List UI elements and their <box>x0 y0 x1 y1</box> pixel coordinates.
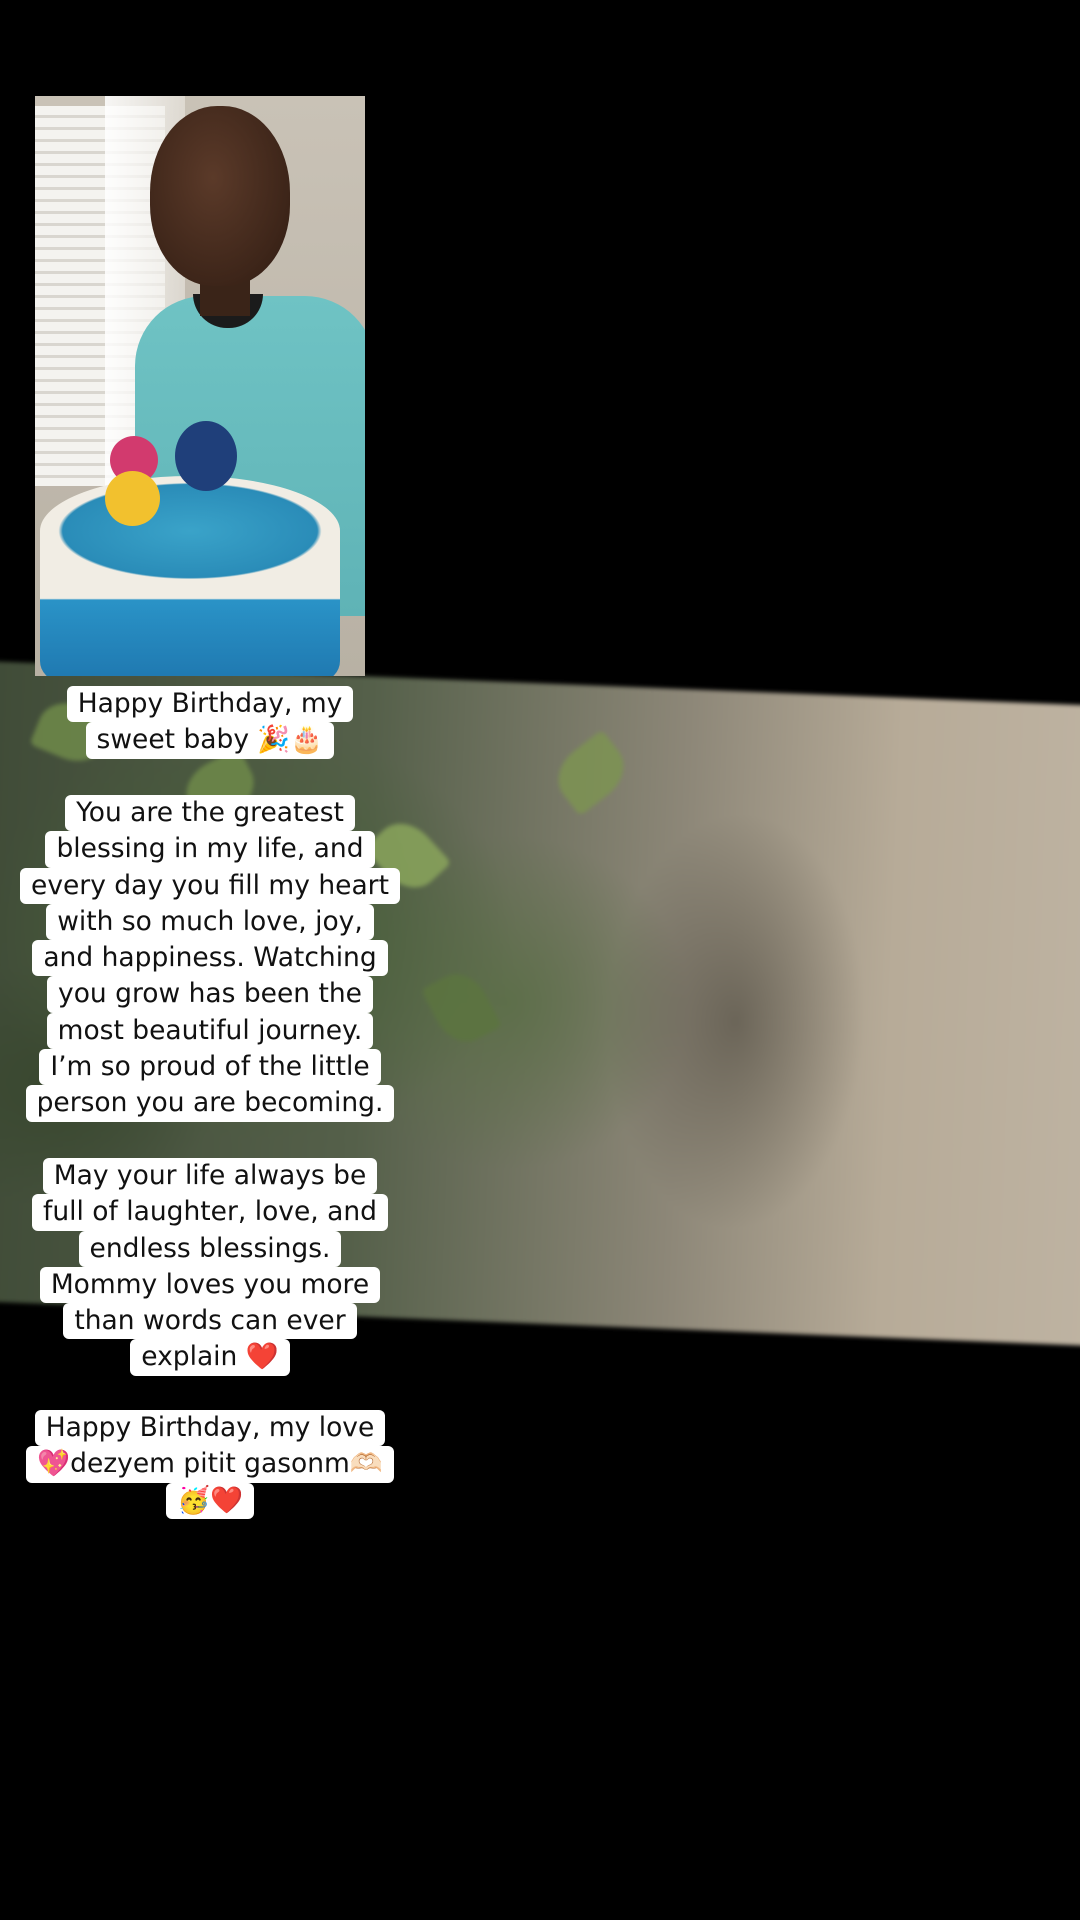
caption-line: and happiness. Watching <box>32 940 388 977</box>
video-frame: Happy Birthday, my sweet baby 🎉🎂 You are… <box>0 0 1080 1920</box>
toy-blue-shark <box>175 421 237 491</box>
caption-block-closing: Happy Birthday, my love 💖dezyem pitit ga… <box>0 1410 420 1519</box>
caption-line: with so much love, joy, <box>46 903 374 941</box>
caption-line: blessing in my life, and <box>45 831 375 868</box>
caption-line: May your life always be <box>42 1158 378 1195</box>
birthday-cake <box>35 421 365 676</box>
caption-line: you grow has been the <box>47 976 373 1013</box>
caption-line: full of laughter, love, and <box>32 1194 388 1231</box>
caption-line: every day you fill my heart <box>20 867 400 904</box>
caption-line: I’m so proud of the little <box>39 1049 381 1086</box>
caption-line: endless blessings. <box>78 1230 342 1267</box>
wall-shadow <box>597 806 875 1237</box>
caption-line: explain ❤️ <box>130 1339 290 1376</box>
toy-yellow-shark <box>105 471 160 526</box>
leaf-shape <box>546 729 636 817</box>
boy-head <box>150 106 290 286</box>
caption-line: person you are becoming. <box>25 1085 395 1122</box>
caption-block-wishes: May your life always be full of laughter… <box>0 1158 420 1376</box>
birthday-photo <box>35 96 365 676</box>
caption-line: Happy Birthday, my love <box>34 1410 386 1447</box>
caption-line: most beautiful journey. <box>46 1012 374 1050</box>
leaf-shape <box>420 964 503 1052</box>
caption-line: Happy Birthday, my <box>66 686 354 723</box>
caption-line: than words can ever <box>63 1303 357 1340</box>
caption-block-greeting: Happy Birthday, my sweet baby 🎉🎂 <box>0 686 420 759</box>
caption-line: sweet baby 🎉🎂 <box>85 722 335 759</box>
caption-line: You are the greatest <box>65 795 355 832</box>
caption-line: Mommy loves you more <box>39 1266 381 1304</box>
caption-block-blessing: You are the greatest blessing in my life… <box>0 795 420 1122</box>
cake-top <box>40 476 340 586</box>
caption-line: 🥳❤️ <box>166 1482 254 1519</box>
caption-line: 💖dezyem pitit gasonm🫶🏻 <box>26 1446 394 1483</box>
